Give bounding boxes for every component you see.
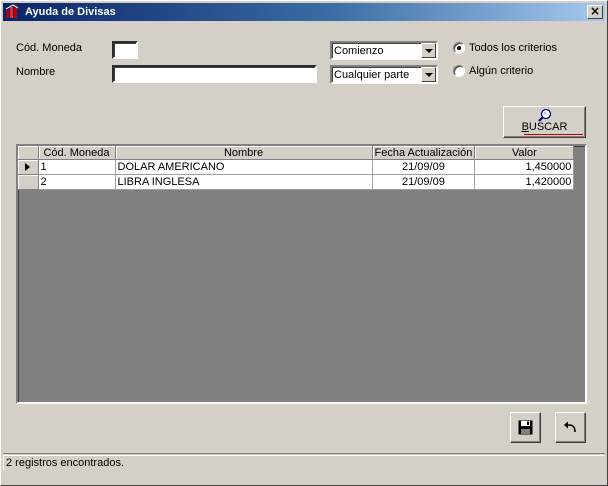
radio-any-criteria[interactable] (453, 65, 465, 77)
header-corner (18, 146, 39, 160)
search-button-label: BUSCAR (521, 121, 568, 133)
chevron-down-icon[interactable] (421, 43, 436, 58)
search-button[interactable]: BUSCAR (503, 106, 586, 138)
cell-name[interactable]: LIBRA INGLESA (115, 174, 373, 190)
search-button-underline (524, 134, 583, 135)
cell-value[interactable]: 1,420000 (474, 174, 575, 190)
cell-date[interactable]: 21/09/09 (372, 159, 476, 175)
name-input[interactable] (112, 65, 317, 83)
app-logo-icon (5, 4, 19, 18)
code-label: Cód. Moneda (16, 42, 83, 54)
table-header-row: Cód. Moneda Nombre Fecha Actualización V… (18, 146, 575, 160)
magnifier-icon (538, 108, 552, 122)
table-row[interactable]: 2 LIBRA INGLESA 21/09/09 1,420000 (18, 174, 575, 190)
cell-value[interactable]: 1,450000 (474, 159, 575, 175)
name-label: Nombre (16, 66, 56, 78)
column-header-code[interactable]: Cód. Moneda (38, 146, 116, 160)
cell-name[interactable]: DOLAR AMERICANO (115, 159, 373, 175)
undo-arrow-icon (564, 421, 576, 433)
chevron-down-icon[interactable] (421, 67, 436, 82)
column-header-date[interactable]: Fecha Actualización (372, 146, 476, 160)
row-selector[interactable] (18, 159, 39, 175)
title-bar[interactable]: Ayuda de Divisas × (3, 3, 605, 21)
radio-all-criteria[interactable] (453, 42, 465, 54)
status-bar: 2 registros encontrados. (3, 453, 605, 471)
table-row[interactable]: 1 DOLAR AMERICANO 21/09/09 1,450000 (18, 159, 575, 175)
code-match-select[interactable]: Comienzo (330, 41, 438, 60)
name-match-value: Cualquier parte (334, 69, 410, 81)
results-table: Cód. Moneda Nombre Fecha Actualización V… (18, 146, 575, 190)
row-pointer-icon (25, 163, 30, 171)
results-grid[interactable]: Cód. Moneda Nombre Fecha Actualización V… (16, 144, 587, 404)
cell-code[interactable]: 1 (38, 159, 116, 175)
row-selector[interactable] (18, 174, 39, 190)
cell-date[interactable]: 21/09/09 (372, 174, 476, 190)
window-title: Ayuda de Divisas (25, 6, 116, 18)
close-button[interactable]: × (587, 5, 603, 19)
name-match-select[interactable]: Cualquier parte (330, 65, 438, 84)
status-text: 2 registros encontrados. (3, 455, 605, 471)
code-input[interactable] (112, 41, 138, 59)
column-header-name[interactable]: Nombre (115, 146, 373, 160)
dialog-window: Ayuda de Divisas × Cód. Moneda Nombre Co… (0, 0, 608, 486)
column-header-value[interactable]: Valor (474, 146, 575, 160)
floppy-disk-icon (518, 420, 533, 435)
cell-code[interactable]: 2 (38, 174, 116, 190)
code-match-value: Comienzo (334, 45, 384, 57)
back-button[interactable] (555, 412, 586, 443)
save-button[interactable] (510, 412, 541, 443)
radio-all-criteria-label[interactable]: Todos los criterios (469, 42, 557, 55)
radio-any-criteria-label[interactable]: Algún criterio (469, 65, 533, 78)
